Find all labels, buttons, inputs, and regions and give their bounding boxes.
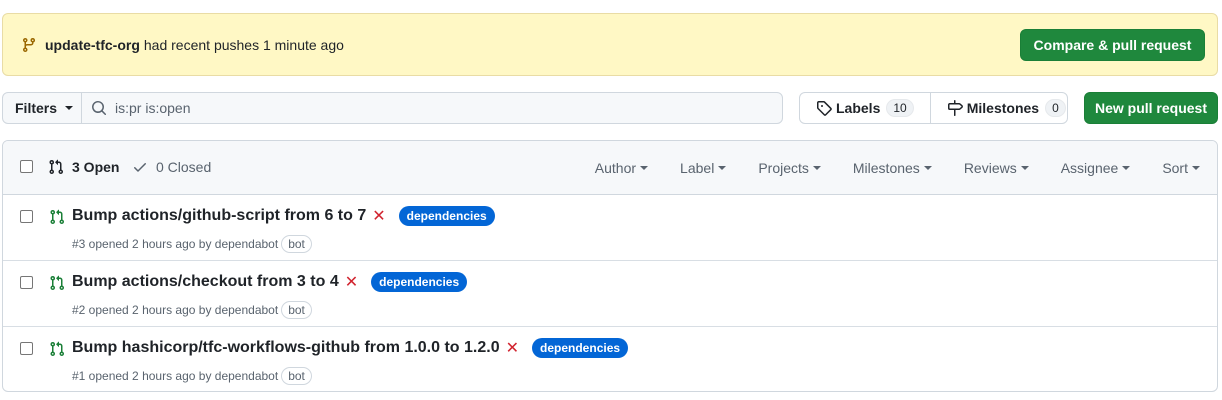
filters-label: Filters [15,100,58,116]
open-count-label: 3 Open [72,159,120,175]
chevron-down-icon [65,106,74,110]
dependencies-label[interactable]: dependencies [398,206,495,226]
pr-meta-text: #3 opened 2 hours ago by dependabot [72,237,279,251]
row-checkbox[interactable] [20,276,33,289]
labels-button[interactable]: Labels 10 [800,93,930,123]
recent-push-banner: update-tfc-org had recent pushes 1 minut… [2,13,1218,76]
milestones-filter[interactable]: Milestones [853,160,932,176]
title-line: Bump actions/github-script from 6 to 7 ✕… [72,206,495,226]
search-input[interactable] [115,100,715,116]
failed-check-icon[interactable]: ✕ [506,338,519,358]
failed-check-icon[interactable]: ✕ [372,206,385,226]
compare-pull-request-button[interactable]: Compare & pull request [1020,29,1205,61]
table-row: Bump actions/github-script from 6 to 7 ✕… [3,195,1217,261]
table-row: Bump actions/checkout from 3 to 4 ✕ depe… [3,261,1217,327]
tag-icon [816,100,832,116]
pr-title-link[interactable]: Bump actions/checkout from 3 to 4 [72,273,339,291]
reviews-filter[interactable]: Reviews [964,160,1029,176]
push-message: had recent pushes 1 minute ago [143,36,344,53]
git-pull-request-icon [49,275,65,291]
sort-filter-label: Sort [1162,160,1188,176]
author-filter-label: Author [594,160,637,176]
git-pull-request-icon [48,159,64,175]
author-filter[interactable]: Author [594,160,649,176]
bot-badge: bot [281,301,312,319]
chevron-down-icon [812,166,821,170]
labels-milestones-group: Labels 10 Milestones 0 [799,92,1068,124]
git-pull-request-icon [49,341,65,357]
pr-meta: #1 opened 2 hours ago by dependabot bot [72,367,312,385]
chevron-down-icon [1192,166,1200,170]
assignee-filter[interactable]: Assignee [1061,160,1131,176]
pull-request-list: 3 Open 0 Closed Author Label Projects Mi… [2,140,1218,392]
milestones-label: Milestones [966,100,1040,116]
pr-title-link[interactable]: Bump hashicorp/tfc-workflows-github from… [72,339,500,357]
sort-filter[interactable]: Sort [1162,160,1200,176]
search-field[interactable] [81,92,783,124]
chevron-down-icon [923,166,932,170]
closed-filter-link[interactable]: 0 Closed [132,159,211,175]
assignee-filter-label: Assignee [1060,160,1119,176]
labels-label: Labels [836,100,881,116]
git-branch-icon [21,37,37,53]
pr-meta: #2 opened 2 hours ago by dependabot bot [72,301,312,319]
list-header: 3 Open 0 Closed Author Label Projects Mi… [3,141,1217,195]
branch-name-link[interactable]: update-tfc-org [45,37,140,53]
row-checkbox[interactable] [20,342,33,355]
select-all-checkbox[interactable] [20,160,33,173]
closed-count-label: 0 Closed [156,159,212,175]
pr-meta: #3 opened 2 hours ago by dependabot bot [72,235,312,253]
label-filter[interactable]: Label [680,160,727,176]
pr-meta-text: #2 opened 2 hours ago by dependabot [72,303,279,317]
milestones-count-badge: 0 [1045,99,1066,117]
git-pull-request-icon [49,209,65,225]
chevron-down-icon [718,166,727,170]
row-checkbox[interactable] [20,210,33,223]
check-icon [132,159,148,175]
filter-toolbar: Filters Labels 10 Milestones 0 New pull … [2,92,1218,124]
chevron-down-icon [640,166,649,170]
open-filter-link[interactable]: 3 Open [48,159,119,175]
milestone-icon [947,100,963,116]
projects-filter-label: Projects [758,160,809,176]
pr-title-link[interactable]: Bump actions/github-script from 6 to 7 [72,207,366,225]
header-filter-menus: Author Label Projects Milestones Reviews… [595,141,1217,195]
label-filter-label: Label [680,160,715,176]
chevron-down-icon [1122,166,1131,170]
reviews-filter-label: Reviews [963,160,1017,176]
labels-count-badge: 10 [886,99,914,117]
chevron-down-icon [1020,166,1029,170]
failed-check-icon[interactable]: ✕ [345,272,358,292]
title-line: Bump actions/checkout from 3 to 4 ✕ depe… [72,272,468,292]
dependencies-label[interactable]: dependencies [532,338,629,358]
bot-badge: bot [281,235,312,253]
dependencies-label[interactable]: dependencies [371,272,468,292]
search-icon [91,100,107,116]
projects-filter[interactable]: Projects [758,160,821,176]
milestones-filter-label: Milestones [852,160,920,176]
milestones-button[interactable]: Milestones 0 [929,93,1082,123]
filters-dropdown-button[interactable]: Filters [2,92,82,124]
pr-meta-text: #1 opened 2 hours ago by dependabot [72,369,279,383]
new-pull-request-button[interactable]: New pull request [1084,92,1218,124]
title-line: Bump hashicorp/tfc-workflows-github from… [72,338,629,358]
bot-badge: bot [281,367,312,385]
table-row: Bump hashicorp/tfc-workflows-github from… [3,327,1217,391]
